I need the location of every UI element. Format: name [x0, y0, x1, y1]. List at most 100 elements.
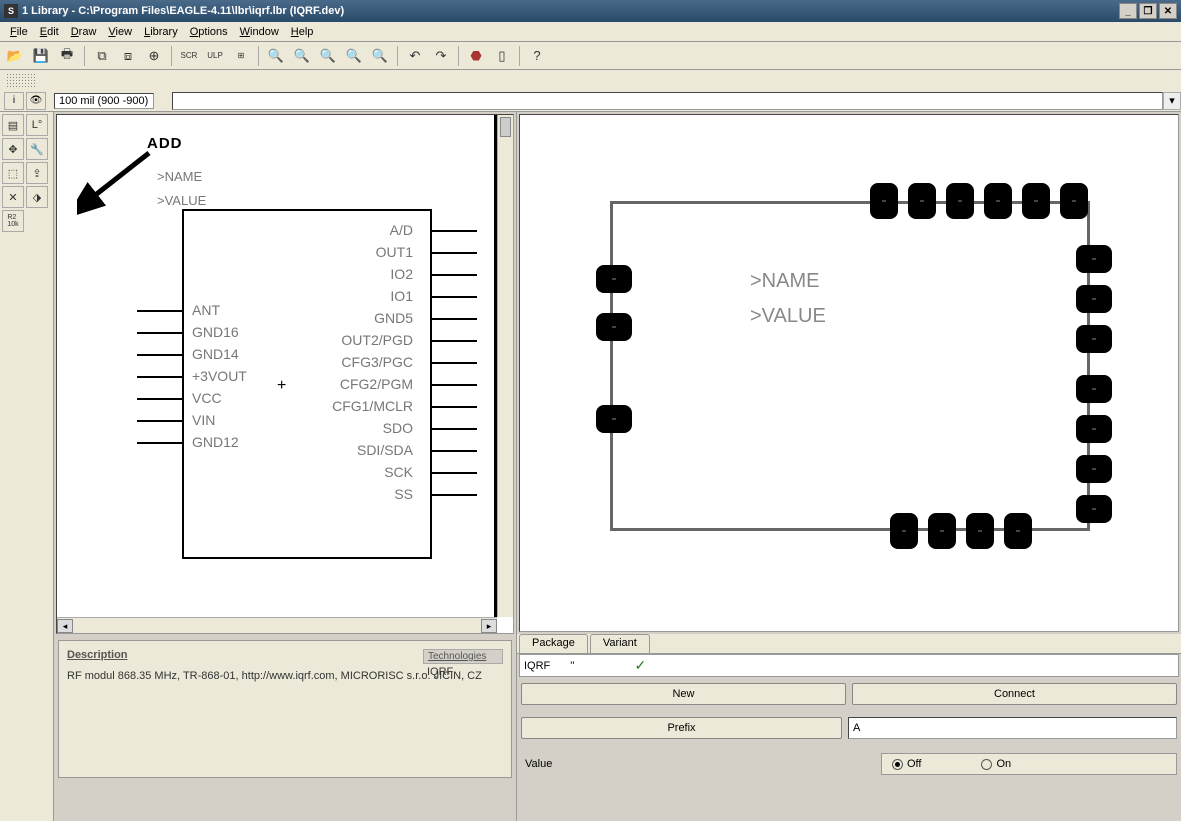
pad [984, 183, 1012, 219]
pin-line [137, 332, 182, 334]
help-icon[interactable]: ? [526, 45, 548, 67]
tool-wrench-icon[interactable]: 🔧 [26, 138, 48, 160]
print-icon[interactable]: 🖶 [56, 45, 78, 67]
pad [1076, 495, 1112, 523]
pad [928, 513, 956, 549]
save-icon[interactable]: 💾 [30, 45, 52, 67]
value-on-radio[interactable]: On [981, 758, 1011, 770]
pad [1076, 285, 1112, 313]
pin-label: GND12 [192, 434, 239, 450]
pin-label: CFG2/PGM [340, 376, 413, 392]
symbol-canvas[interactable]: ADD >NAME >VALUE + ANT GND16 GND14 +3VOU… [56, 114, 514, 634]
horizontal-scrollbar[interactable]: ◂▸ [57, 617, 497, 633]
pad [946, 183, 974, 219]
pin-label: SS [394, 486, 413, 502]
pin-line [432, 340, 477, 342]
pin-line [432, 230, 477, 232]
connect-button[interactable]: Connect [852, 683, 1177, 705]
go-icon[interactable]: ▯ [491, 45, 513, 67]
variant-cell: '' [570, 660, 574, 672]
pin-line [432, 296, 477, 298]
menu-help[interactable]: Help [285, 24, 320, 40]
symbol-origin-cross: + [277, 377, 286, 395]
zoom-select-icon[interactable]: 🔍 [343, 45, 365, 67]
pad [596, 313, 632, 341]
tool-value-icon[interactable]: R210k [2, 210, 24, 232]
pin-line [137, 420, 182, 422]
info-small-icon[interactable]: i [4, 92, 24, 110]
use-icon[interactable]: ⧉ [91, 45, 113, 67]
coordinate-bar: i 👁 100 mil (900 -900) ▾ [0, 90, 1181, 112]
column-package[interactable]: Package [519, 634, 588, 653]
pad [966, 513, 994, 549]
menu-options[interactable]: Options [184, 24, 234, 40]
close-button[interactable]: ✕ [1159, 3, 1177, 19]
column-variant[interactable]: Variant [590, 634, 650, 653]
prefix-field[interactable]: A [848, 717, 1177, 739]
package-table-header: Package Variant [517, 634, 1181, 654]
tool-name-icon[interactable]: ⬗ [26, 186, 48, 208]
prefix-button[interactable]: Prefix [521, 717, 842, 739]
pin-line [432, 318, 477, 320]
grid-dots-icon[interactable] [6, 73, 36, 87]
pad [1004, 513, 1032, 549]
menu-file[interactable]: File [4, 24, 34, 40]
zoom-out-icon[interactable]: 🔍 [291, 45, 313, 67]
tool-select-icon[interactable]: ⬚ [2, 162, 24, 184]
pin-label: CFG3/PGC [341, 354, 413, 370]
value-off-radio[interactable]: Off [892, 758, 921, 770]
zoom-redraw-icon[interactable]: 🔍 [369, 45, 391, 67]
redo-icon[interactable]: ↷ [430, 45, 452, 67]
menu-view[interactable]: View [102, 24, 138, 40]
unuse-icon[interactable]: ⧈ [117, 45, 139, 67]
pin-label: GND16 [192, 324, 239, 340]
vertical-scrollbar[interactable] [497, 115, 513, 617]
pin-line [137, 310, 182, 312]
pin-label: ANT [192, 302, 220, 318]
menu-edit[interactable]: Edit [34, 24, 65, 40]
tool-delete-icon[interactable]: ✕ [2, 186, 24, 208]
undo-icon[interactable]: ↶ [404, 45, 426, 67]
minimize-button[interactable]: _ [1119, 3, 1137, 19]
stop-icon[interactable]: ⬣ [465, 45, 487, 67]
grid-indicator-row [0, 70, 1181, 90]
command-dropdown-icon[interactable]: ▾ [1163, 92, 1181, 110]
menu-draw[interactable]: Draw [65, 24, 103, 40]
pad [1076, 415, 1112, 443]
package-panel: >NAME >VALUE [516, 112, 1181, 821]
command-input[interactable] [172, 92, 1163, 110]
pin-label: GND14 [192, 346, 239, 362]
tool-palette: ▤L° ✥🔧 ⬚⇪ ✕⬗ R210k [0, 112, 54, 821]
description-header[interactable]: Description [67, 649, 128, 661]
script2-icon[interactable]: ULP [204, 45, 226, 67]
maximize-button[interactable]: ❐ [1139, 3, 1157, 19]
device-icon[interactable]: ⊕ [143, 45, 165, 67]
package-name-cell: IQRF [524, 660, 550, 672]
pin-label: SCK [384, 464, 413, 480]
app-icon: S [4, 4, 18, 18]
pad [596, 405, 632, 433]
pin-label: SDI/SDA [357, 442, 413, 458]
script3-icon[interactable]: ⊞ [230, 45, 252, 67]
tool-mark-icon[interactable]: L° [26, 114, 48, 136]
pad [1022, 183, 1050, 219]
zoom-in-icon[interactable]: 🔍 [265, 45, 287, 67]
pin-label: +3VOUT [192, 368, 247, 384]
pad [1060, 183, 1088, 219]
menu-library[interactable]: Library [138, 24, 184, 40]
package-canvas[interactable]: >NAME >VALUE [519, 114, 1179, 632]
open-icon[interactable]: 📂 [4, 45, 26, 67]
tool-move-icon[interactable]: ✥ [2, 138, 24, 160]
script1-icon[interactable]: SCR [178, 45, 200, 67]
tool-layers-icon[interactable]: ▤ [2, 114, 24, 136]
package-table-row[interactable]: IQRF '' ✓ [519, 654, 1179, 677]
technologies-header[interactable]: Technologies [423, 649, 503, 664]
zoom-fit-icon[interactable]: 🔍 [317, 45, 339, 67]
new-button[interactable]: New [521, 683, 846, 705]
eye-small-icon[interactable]: 👁 [26, 92, 46, 110]
tool-add-icon[interactable]: ⇪ [26, 162, 48, 184]
pin-line [432, 274, 477, 276]
menu-window[interactable]: Window [234, 24, 285, 40]
pin-line [432, 406, 477, 408]
window-title: 1 Library - C:\Program Files\EAGLE-4.11\… [22, 5, 1119, 17]
